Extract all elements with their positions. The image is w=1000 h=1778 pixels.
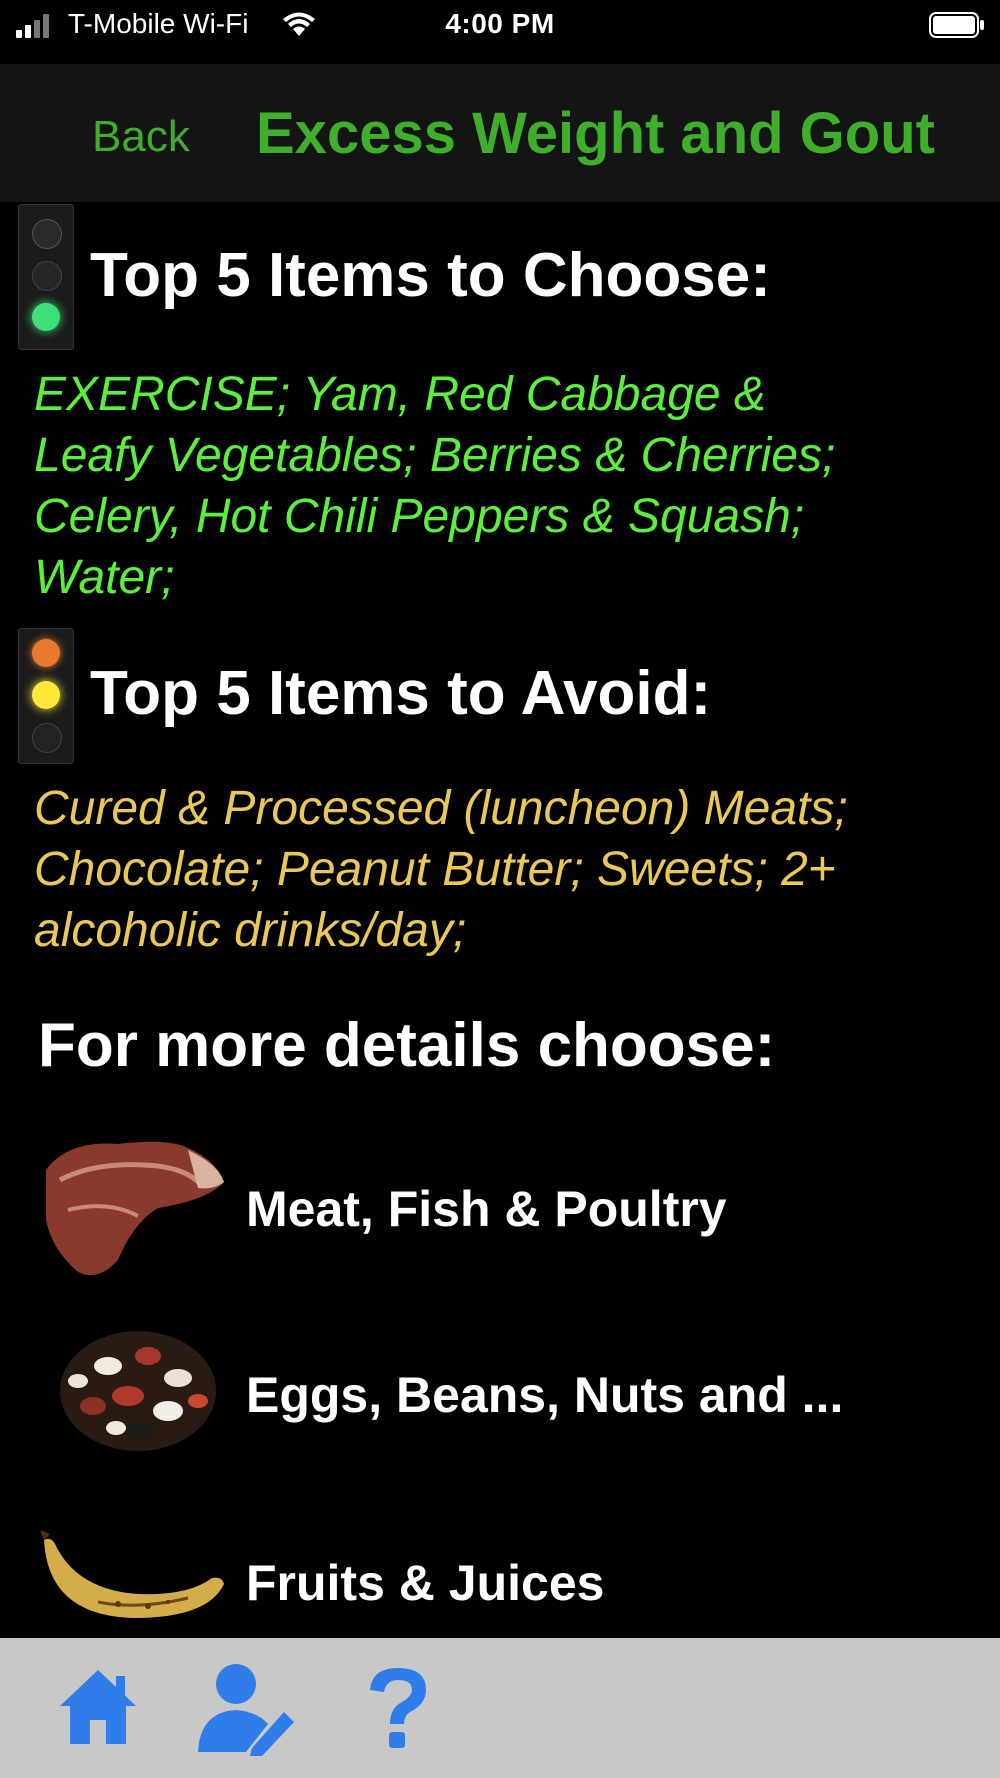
category-eggs-beans-nuts[interactable]: Eggs, Beans, Nuts and ... xyxy=(0,1316,1000,1476)
avoid-heading: Top 5 Items to Avoid: xyxy=(90,659,712,728)
category-fruits-juices[interactable]: Fruits & Juices xyxy=(0,1500,1000,1660)
navigation-bar: Back Excess Weight and Gout xyxy=(0,64,1000,202)
help-icon[interactable] xyxy=(366,1666,430,1752)
yellow-traffic-light-icon xyxy=(18,628,74,764)
green-traffic-light-icon xyxy=(18,204,74,350)
steak-icon xyxy=(46,1141,224,1276)
choose-line: Water; xyxy=(34,551,175,604)
back-button[interactable]: Back xyxy=(92,112,190,162)
banana-icon xyxy=(40,1530,224,1618)
avoid-line: alcoholic drinks/day; xyxy=(34,904,467,957)
user-edit-icon[interactable] xyxy=(196,1660,296,1756)
status-bar: T-Mobile Wi-Fi 4:00 PM xyxy=(0,0,1000,64)
category-label: Fruits & Juices xyxy=(246,1555,605,1611)
choose-line: Leafy Vegetables; Berries & Cherries; xyxy=(34,429,836,482)
page-title: Excess Weight and Gout xyxy=(256,101,935,166)
avoid-line: Cured & Processed (luncheon) Meats; xyxy=(34,782,848,835)
home-icon[interactable] xyxy=(56,1666,140,1748)
choose-line: Celery, Hot Chili Peppers & Squash; xyxy=(34,490,805,543)
beans-icon xyxy=(60,1331,216,1451)
status-time: 4:00 PM xyxy=(445,8,555,39)
choose-heading: Top 5 Items to Choose: xyxy=(90,241,771,310)
avoid-items-text: Cured & Processed (luncheon) Meats; Choc… xyxy=(34,778,974,961)
category-label: Meat, Fish & Poultry xyxy=(246,1181,727,1237)
category-meat-fish-poultry[interactable]: Meat, Fish & Poultry xyxy=(0,1130,1000,1290)
choose-items-text: EXERCISE; Yam, Red Cabbage & Leafy Veget… xyxy=(34,364,974,608)
battery-icon xyxy=(929,12,984,38)
avoid-line: Chocolate; Peanut Butter; Sweets; 2+ xyxy=(34,843,836,896)
category-label: Eggs, Beans, Nuts and ... xyxy=(246,1367,844,1423)
tab-bar xyxy=(0,1638,1000,1778)
choose-line: EXERCISE; Yam, Red Cabbage & xyxy=(34,368,766,421)
details-heading: For more details choose: xyxy=(38,1011,776,1080)
